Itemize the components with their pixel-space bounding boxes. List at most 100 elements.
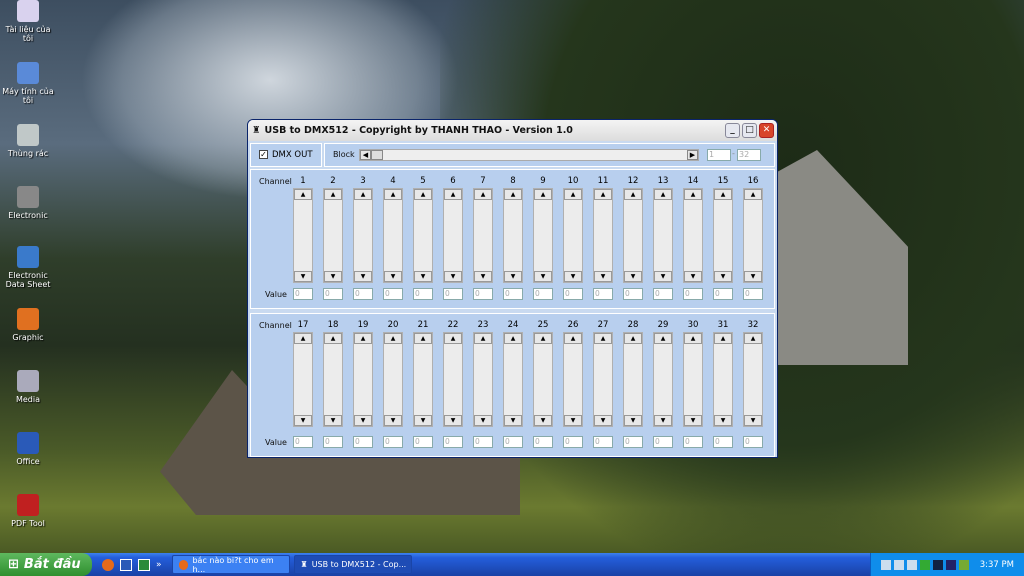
task-browser[interactable]: bác nào bi?t cho em h... (171, 555, 290, 574)
channel-slider[interactable]: ▲ ▼ (473, 332, 493, 427)
channel-slider[interactable]: ▲ ▼ (323, 332, 343, 427)
desktop-icon[interactable]: Tài liệu của tôi (0, 0, 56, 43)
channel-value-input[interactable]: 0 (503, 288, 523, 300)
slider-up-icon[interactable]: ▲ (624, 189, 642, 200)
channel-slider[interactable]: ▲ ▼ (653, 188, 673, 283)
slider-up-icon[interactable]: ▲ (384, 333, 402, 344)
slider-up-icon[interactable]: ▲ (654, 333, 672, 344)
channel-value-input[interactable]: 0 (653, 288, 673, 300)
channel-value-input[interactable]: 0 (413, 288, 433, 300)
channel-slider[interactable]: ▲ ▼ (563, 332, 583, 427)
range-from-input[interactable]: 1 (707, 149, 731, 161)
slider-down-icon[interactable]: ▼ (684, 415, 702, 426)
slider-up-icon[interactable]: ▲ (714, 333, 732, 344)
slider-down-icon[interactable]: ▼ (624, 271, 642, 282)
channel-value-input[interactable]: 0 (623, 436, 643, 448)
channel-value-input[interactable]: 0 (293, 436, 313, 448)
desktop-icon[interactable]: Máy tính của tôi (0, 62, 56, 105)
desktop-icon[interactable]: Office (0, 432, 56, 466)
scroll-thumb[interactable] (371, 150, 383, 160)
slider-up-icon[interactable]: ▲ (744, 333, 762, 344)
channel-value-input[interactable]: 0 (713, 288, 733, 300)
channel-slider[interactable]: ▲ ▼ (743, 188, 763, 283)
slider-down-icon[interactable]: ▼ (354, 271, 372, 282)
slider-down-icon[interactable]: ▼ (444, 271, 462, 282)
channel-value-input[interactable]: 0 (713, 436, 733, 448)
desktop-icon[interactable]: Electronic (0, 186, 56, 220)
quicklaunch-more-icon[interactable]: » (156, 560, 162, 570)
desktop-icon[interactable]: Graphic (0, 308, 56, 342)
tray-icon[interactable] (932, 559, 943, 570)
channel-value-input[interactable]: 0 (383, 436, 403, 448)
slider-down-icon[interactable]: ▼ (564, 271, 582, 282)
firefox-quicklaunch-icon[interactable] (102, 558, 114, 571)
channel-value-input[interactable]: 0 (443, 288, 463, 300)
channel-value-input[interactable]: 0 (743, 436, 763, 448)
channel-slider[interactable]: ▲ ▼ (443, 332, 463, 427)
slider-up-icon[interactable]: ▲ (504, 333, 522, 344)
slider-up-icon[interactable]: ▲ (684, 189, 702, 200)
slider-down-icon[interactable]: ▼ (594, 415, 612, 426)
slider-down-icon[interactable]: ▼ (354, 415, 372, 426)
scroll-left-icon[interactable]: ◀ (360, 150, 371, 160)
desktop-icon[interactable]: Electronic Data Sheet (0, 246, 56, 289)
excel-quicklaunch-icon[interactable] (138, 558, 150, 571)
channel-slider[interactable]: ▲ ▼ (533, 188, 553, 283)
channel-slider[interactable]: ▲ ▼ (683, 332, 703, 427)
slider-down-icon[interactable]: ▼ (714, 271, 732, 282)
maximize-button[interactable]: □ (742, 123, 757, 138)
slider-up-icon[interactable]: ▲ (504, 189, 522, 200)
channel-slider[interactable]: ▲ ▼ (383, 188, 403, 283)
channel-value-input[interactable]: 0 (563, 288, 583, 300)
desktop-icon[interactable]: Thùng rác (0, 124, 56, 158)
channel-value-input[interactable]: 0 (443, 436, 463, 448)
channel-slider[interactable]: ▲ ▼ (413, 188, 433, 283)
channel-value-input[interactable]: 0 (653, 436, 673, 448)
channel-value-input[interactable]: 0 (293, 288, 313, 300)
channel-slider[interactable]: ▲ ▼ (713, 188, 733, 283)
slider-up-icon[interactable]: ▲ (354, 189, 372, 200)
slider-up-icon[interactable]: ▲ (294, 333, 312, 344)
minimize-button[interactable]: _ (725, 123, 740, 138)
slider-down-icon[interactable]: ▼ (534, 271, 552, 282)
close-button[interactable]: ✕ (759, 123, 774, 138)
channel-slider[interactable]: ▲ ▼ (563, 188, 583, 283)
slider-up-icon[interactable]: ▲ (654, 189, 672, 200)
slider-down-icon[interactable]: ▼ (534, 415, 552, 426)
slider-down-icon[interactable]: ▼ (474, 271, 492, 282)
tray-icon[interactable] (906, 559, 917, 570)
channel-value-input[interactable]: 0 (593, 288, 613, 300)
tray-icon[interactable] (919, 559, 930, 570)
slider-down-icon[interactable]: ▼ (714, 415, 732, 426)
channel-value-input[interactable]: 0 (533, 288, 553, 300)
channel-slider[interactable]: ▲ ▼ (383, 332, 403, 427)
channel-value-input[interactable]: 0 (683, 436, 703, 448)
slider-down-icon[interactable]: ▼ (294, 415, 312, 426)
slider-down-icon[interactable]: ▼ (624, 415, 642, 426)
slider-up-icon[interactable]: ▲ (354, 333, 372, 344)
tray-icon[interactable] (958, 559, 969, 570)
word-quicklaunch-icon[interactable] (120, 558, 132, 571)
slider-up-icon[interactable]: ▲ (474, 189, 492, 200)
slider-up-icon[interactable]: ▲ (294, 189, 312, 200)
slider-up-icon[interactable]: ▲ (684, 333, 702, 344)
slider-up-icon[interactable]: ▲ (384, 189, 402, 200)
start-button[interactable]: ⊞ Bắt đầu (0, 553, 92, 576)
slider-up-icon[interactable]: ▲ (594, 333, 612, 344)
slider-up-icon[interactable]: ▲ (744, 189, 762, 200)
network-icon[interactable] (880, 559, 891, 570)
channel-slider[interactable]: ▲ ▼ (473, 188, 493, 283)
channel-slider[interactable]: ▲ ▼ (323, 188, 343, 283)
channel-value-input[interactable]: 0 (503, 436, 523, 448)
slider-down-icon[interactable]: ▼ (594, 271, 612, 282)
tray-icon[interactable] (945, 559, 956, 570)
slider-down-icon[interactable]: ▼ (744, 271, 762, 282)
slider-up-icon[interactable]: ▲ (474, 333, 492, 344)
channel-slider[interactable]: ▲ ▼ (533, 332, 553, 427)
channel-value-input[interactable]: 0 (593, 436, 613, 448)
slider-down-icon[interactable]: ▼ (504, 415, 522, 426)
channel-value-input[interactable]: 0 (353, 288, 373, 300)
channel-slider[interactable]: ▲ ▼ (293, 332, 313, 427)
task-dmx[interactable]: ♜ USB to DMX512 - Cop... (293, 555, 412, 574)
channel-slider[interactable]: ▲ ▼ (503, 332, 523, 427)
